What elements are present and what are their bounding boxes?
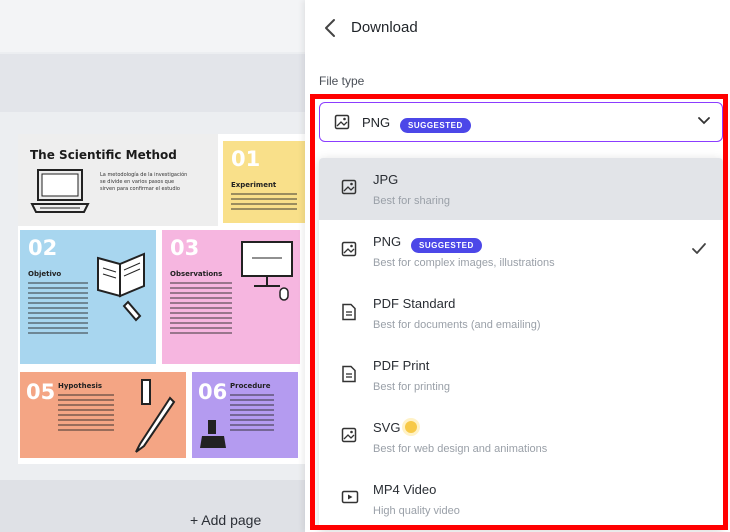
editor-canvas: The Scientific Method La metodología de …: [0, 0, 305, 532]
card-06-title: Procedure: [230, 382, 271, 390]
title-card: The Scientific Method La metodología de …: [18, 134, 218, 226]
option-jpg[interactable]: JPG Best for sharing: [319, 158, 723, 220]
design-title: The Scientific Method: [30, 148, 177, 162]
card-03-text: [170, 282, 232, 337]
selected-file-type: PNG: [362, 115, 391, 130]
monitor-illustration: [241, 241, 293, 301]
back-chevron-icon[interactable]: [321, 17, 341, 39]
editor-top-area: [0, 0, 305, 52]
editor-toolbar-area: [0, 54, 305, 112]
card-05-title: Hypothesis: [58, 382, 103, 390]
file-type-select[interactable]: PNG SUGGESTED: [319, 102, 723, 142]
card-03: 03 Observations: [162, 230, 300, 364]
option-name: JPG: [373, 172, 399, 187]
image-icon: [334, 114, 350, 130]
card-06-text: [230, 394, 274, 434]
option-name: PDF Standard: [373, 296, 456, 311]
book-illustration: [97, 252, 145, 322]
option-name: MP4 Video: [373, 482, 437, 497]
laptop-illustration: [30, 169, 90, 213]
file-type-list: JPG Best for sharing PNG SUGGESTED Best …: [319, 158, 723, 530]
card-01-title: Experiment: [231, 181, 277, 189]
image-icon: [341, 179, 357, 195]
panel-header: Download: [305, 0, 730, 56]
option-description: Best for sharing: [373, 195, 451, 207]
card-02: 02 Objetivo: [20, 230, 156, 364]
option-svg[interactable]: SVG Best for web design and animations: [319, 406, 723, 468]
option-description: High quality video: [373, 505, 460, 517]
checkmark-icon: [692, 243, 706, 254]
option-name: PNG: [373, 234, 402, 249]
document-icon: [342, 365, 356, 383]
card-03-title: Observations: [170, 270, 223, 278]
option-description: Best for complex images, illustrations: [373, 257, 555, 269]
option-description: Best for printing: [373, 381, 451, 393]
card-03-number: 03: [170, 236, 200, 260]
option-mp4-video[interactable]: MP4 Video High quality video: [319, 468, 723, 530]
video-icon: [341, 490, 359, 504]
stamp-illustration: [200, 420, 226, 448]
card-02-text: [28, 282, 88, 337]
card-01-number: 01: [231, 147, 261, 171]
option-pdf-standard[interactable]: PDF Standard Best for documents (and ema…: [319, 282, 723, 344]
card-01: 01 Experiment: [223, 141, 305, 223]
chevron-down-icon: [698, 117, 710, 125]
file-type-label: File type: [319, 74, 365, 88]
option-png[interactable]: PNG SUGGESTED Best for complex images, i…: [319, 220, 723, 282]
document-icon: [342, 303, 356, 321]
design-page[interactable]: The Scientific Method La metodología de …: [18, 134, 305, 464]
card-05-text: [58, 394, 114, 434]
panel-title: Download: [351, 19, 418, 36]
suggested-badge: SUGGESTED: [411, 235, 482, 253]
card-01-text: [231, 193, 297, 213]
image-icon: [341, 427, 357, 443]
pro-crown-icon: [405, 421, 417, 433]
add-page-button[interactable]: + Add page: [190, 512, 305, 528]
option-description: Best for web design and animations: [373, 443, 548, 455]
image-icon: [341, 241, 357, 257]
option-name: SVG: [373, 420, 401, 435]
suggested-badge: SUGGESTED: [400, 115, 471, 133]
option-description: Best for documents (and emailing): [373, 319, 541, 331]
card-05: 05 Hypothesis: [20, 372, 186, 458]
card-06-number: 06: [198, 380, 228, 404]
pencil-illustration: [135, 379, 176, 453]
card-05-number: 05: [26, 380, 56, 404]
title-card-intro: La metodología de la investigación se di…: [100, 172, 188, 192]
card-06: 06 Procedure: [192, 372, 298, 458]
option-name: PDF Print: [373, 358, 430, 373]
option-pdf-print[interactable]: PDF Print Best for printing: [319, 344, 723, 406]
card-02-number: 02: [28, 236, 58, 260]
card-02-title: Objetivo: [28, 270, 62, 278]
download-panel: Download File type PNG SUGGESTED JPG Bes…: [305, 0, 730, 532]
